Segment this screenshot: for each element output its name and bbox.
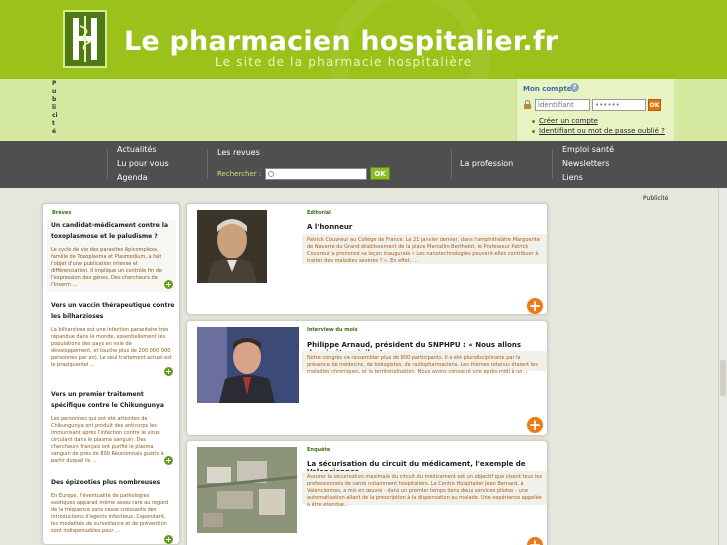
nav-separator: [207, 149, 208, 179]
article-photo[interactable]: [197, 447, 297, 533]
search-icon: [268, 171, 274, 177]
vertical-ad-label: Publicité: [52, 80, 58, 135]
brief-title[interactable]: Vers un vaccin thérapeutique contre les …: [47, 300, 176, 322]
forgot-password-link[interactable]: Identifiant ou mot de passe oublié ?: [532, 126, 665, 136]
search-input[interactable]: [265, 168, 367, 180]
read-more-plus-icon[interactable]: +: [527, 417, 543, 433]
nav-separator: [552, 149, 553, 179]
account-links: Créer un compte Identifiant ou mot de pa…: [532, 116, 665, 136]
right-ad-label: Publicité: [643, 195, 669, 202]
brief-item[interactable]: Vers un vaccin thérapeutique contre les …: [47, 300, 176, 378]
brief-title[interactable]: Vers un premier traitement spécifique co…: [47, 389, 176, 411]
brief-more-plus-icon[interactable]: +: [164, 535, 173, 544]
nav-liens[interactable]: Liens: [562, 171, 583, 185]
site-subtitle: Le site de la pharmacie hospitalière: [215, 55, 473, 69]
search-label: Rechercher :: [217, 170, 262, 178]
brief-item[interactable]: Des épizooties plus nombreuses En Europe…: [47, 477, 176, 544]
site-logo[interactable]: [63, 10, 107, 68]
scrollbar-thumb[interactable]: [720, 360, 726, 396]
briefs-column: Brèves Un candidat-médicament contre la …: [42, 203, 180, 545]
article-category: Enquête: [307, 447, 331, 453]
brief-more-plus-icon[interactable]: +: [164, 367, 173, 376]
article-headline[interactable]: A l'honneur: [307, 223, 352, 231]
search-ok-button[interactable]: OK: [370, 167, 390, 180]
brief-summary: En Europe, l'éventualité de pathologies …: [51, 493, 169, 534]
account-title: Mon compte: [523, 85, 572, 93]
site-header: Le pharmacien hospitalier.fr Le site de …: [0, 0, 727, 79]
read-more-plus-icon[interactable]: +: [527, 537, 543, 545]
nav-separator: [107, 149, 108, 179]
password-input[interactable]: [592, 99, 646, 111]
help-icon[interactable]: ?: [570, 83, 579, 92]
briefs-section-title: Brèves: [52, 210, 72, 216]
lock-icon: [523, 100, 532, 109]
brief-summary: La bilharziose est une infection parasit…: [51, 327, 172, 368]
page-scrollbar[interactable]: [718, 188, 727, 545]
nav-newsletters[interactable]: Newsletters: [562, 157, 609, 171]
brief-title[interactable]: Un candidat-médicament contre la toxopla…: [47, 220, 176, 242]
brief-item[interactable]: Vers un premier traitement spécifique co…: [47, 389, 176, 469]
article-summary: Patrick Couvreur au Collège de France. L…: [307, 237, 540, 264]
nav-separator: [451, 149, 452, 179]
nav-actualites[interactable]: Actualités: [117, 143, 157, 157]
username-input[interactable]: [535, 99, 590, 111]
article-summary: Assurer la sécurisation maximale du circ…: [307, 474, 542, 508]
create-account-link[interactable]: Créer un compte: [532, 116, 665, 126]
brief-summary: Les personnes qui ont été atteintes de C…: [51, 416, 164, 464]
login-ok-button[interactable]: OK: [648, 99, 661, 111]
article-category: Interview du mois: [307, 327, 358, 333]
brief-more-plus-icon[interactable]: +: [164, 456, 173, 465]
nav-la-profession[interactable]: La profession: [460, 157, 513, 171]
article-card: Editorial A l'honneur Patrick Couvreur a…: [186, 203, 548, 315]
article-category: Editorial: [307, 210, 331, 216]
main-nav: Actualités Lu pour vous Agenda Les revue…: [0, 141, 727, 188]
account-box: Mon compte ? OK Créer un compte Identifi…: [516, 79, 674, 141]
site-title[interactable]: Le pharmacien hospitalier.fr: [124, 26, 558, 57]
nav-emploi-sante[interactable]: Emploi santé: [562, 143, 614, 157]
article-card: Interview du mois Philippe Arnaud, prési…: [186, 320, 548, 436]
brief-title[interactable]: Des épizooties plus nombreuses: [47, 477, 176, 488]
brief-summary: Le cycle de vie des parasites Apicomplex…: [51, 247, 162, 288]
brief-item[interactable]: Un candidat-médicament contre la toxopla…: [47, 220, 176, 292]
article-photo[interactable]: [197, 210, 267, 283]
article-summary: Notre congrès va rassembler plus de 800 …: [307, 355, 538, 375]
article-card: Enquête La sécurisation du circuit du mé…: [186, 440, 548, 545]
nav-les-revues[interactable]: Les revues: [217, 146, 260, 160]
nav-agenda[interactable]: Agenda: [117, 171, 148, 185]
nav-lu-pour-vous[interactable]: Lu pour vous: [117, 157, 169, 171]
article-photo[interactable]: [197, 327, 299, 403]
brief-more-plus-icon[interactable]: +: [164, 280, 173, 289]
read-more-plus-icon[interactable]: +: [527, 298, 543, 314]
